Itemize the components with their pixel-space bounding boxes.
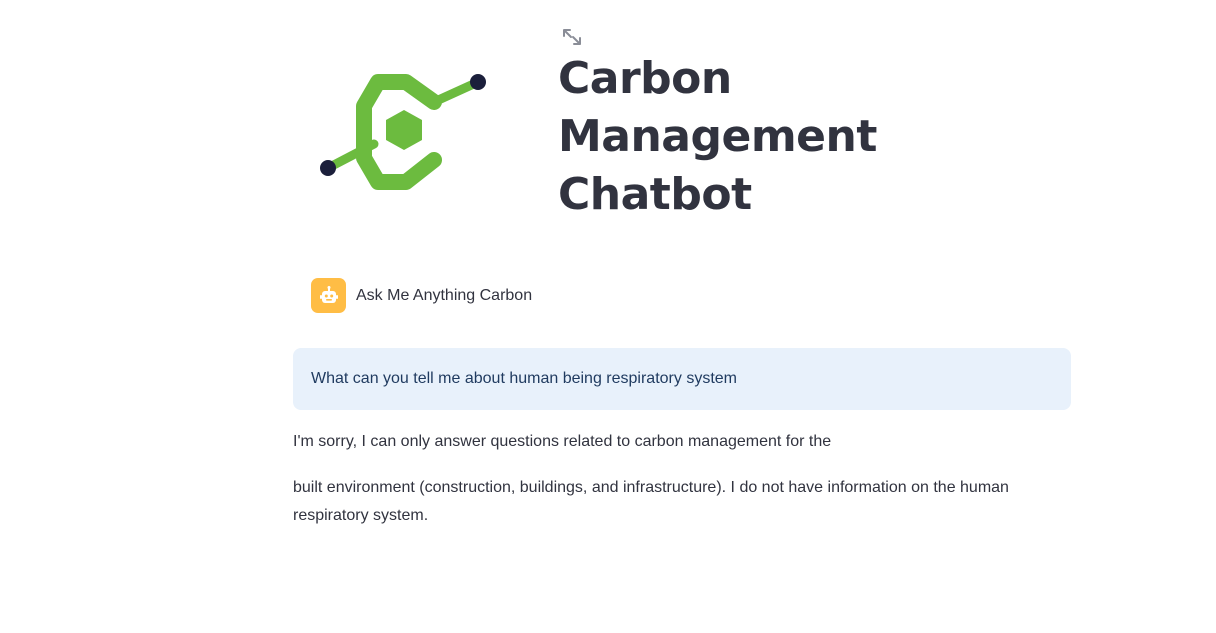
assistant-message: Ask Me Anything Carbon [311, 278, 532, 313]
user-question-text: What can you tell me about human being r… [311, 370, 737, 387]
answer-paragraph-2: built environment (construction, buildin… [293, 479, 1009, 524]
bot-avatar [311, 278, 346, 313]
answer-paragraph-1: I'm sorry, I can only answer questions r… [293, 433, 832, 450]
user-message-bubble: What can you tell me about human being r… [293, 348, 1071, 410]
expand-icon[interactable] [562, 28, 582, 46]
carbon-logo [320, 74, 486, 190]
title-line-3: Chatbot [558, 169, 752, 220]
title-line-2: Management [558, 111, 877, 162]
title-line-1: Carbon [558, 53, 732, 104]
robot-icon [319, 285, 338, 303]
chat-page: Carbon Management Chatbot Ask Me Anythin… [0, 0, 1216, 633]
page-title: Carbon Management Chatbot [558, 50, 918, 224]
assistant-greeting-text: Ask Me Anything Carbon [356, 286, 533, 304]
